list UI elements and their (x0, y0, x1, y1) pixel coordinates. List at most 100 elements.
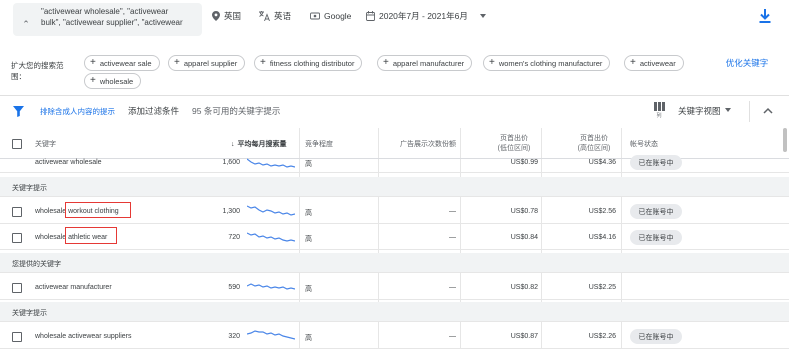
location-filter[interactable]: 英国 (212, 8, 241, 24)
plus-icon: + (90, 57, 96, 68)
keyword-view-dropdown[interactable]: 关键字视图 (678, 105, 721, 117)
table-row[interactable]: wholesale activewear suppliers 320 高 — U… (0, 323, 789, 349)
location-label: 英国 (224, 11, 242, 21)
trend-sparkline (247, 232, 295, 242)
exclude-adult-filter[interactable]: 排除含成人内容的提示 (40, 106, 115, 117)
table-row[interactable]: wholesale athletic wear 720 高 — US$0.84 … (0, 224, 789, 250)
collapse-chevron-icon[interactable] (762, 105, 774, 117)
avg-monthly-searches: 320 (228, 333, 240, 340)
header-competition[interactable]: 竞争程度 (305, 140, 333, 150)
chip-wholesale[interactable]: + wholesale (84, 73, 142, 89)
header-bid-low[interactable]: 页首出价 (低位区间) (492, 134, 536, 154)
language-filter[interactable]: 英语 (259, 8, 291, 24)
header-keyword[interactable]: 关键字 (35, 140, 56, 150)
bid-low-value: US$0.84 (510, 234, 538, 241)
chip-apparel-supplier[interactable]: + apparel supplier (168, 55, 246, 71)
chip-activewear[interactable]: + activewear (624, 55, 684, 71)
group-header-keyword-ideas: 关键字提示 (0, 302, 789, 322)
plus-icon: + (489, 57, 495, 68)
row-checkbox[interactable] (12, 207, 22, 217)
bid-high-value: US$4.16 (588, 234, 616, 241)
avg-monthly-searches: 720 (228, 234, 240, 241)
bid-low-value: US$0.82 (510, 284, 538, 291)
select-all-checkbox[interactable] (12, 139, 22, 149)
chip-label: women's clothing manufacturer (498, 58, 603, 68)
header-account-status[interactable]: 帐号状态 (630, 140, 658, 150)
competition-value: 高 (305, 335, 312, 342)
expand-keywords-icon[interactable]: ⌃ (20, 18, 32, 30)
avg-monthly-searches: 1,300 (222, 208, 240, 215)
row-checkbox[interactable] (12, 283, 22, 293)
group-header-your-keywords: 您提供的关键字 (0, 253, 789, 273)
header-avg-monthly-searches[interactable]: ↓ 平均每月搜索量 (231, 140, 287, 150)
divider (0, 95, 789, 96)
chip-label: apparel manufacturer (392, 58, 465, 68)
group-title: 关键字提示 (12, 185, 47, 192)
keyword-prefix: wholesale (35, 234, 67, 241)
chip-apparel-manufacturer[interactable]: + apparel manufacturer (377, 55, 473, 71)
header-bid-high-line2: (高位区间) (577, 145, 611, 152)
calendar-icon (366, 11, 375, 21)
scrollbar[interactable] (783, 128, 787, 152)
keywords-line-2: bulk", "activewear supplier", "activewea… (41, 18, 183, 27)
keyword-text: activewear wholesale (35, 159, 102, 166)
keyword-text: activewear manufacturer (35, 284, 112, 291)
chip-label: wholesale (99, 76, 134, 86)
chip-label: fitness clothing distributor (269, 58, 355, 68)
translate-icon (259, 11, 270, 21)
columns-button[interactable]: 列 (653, 102, 665, 120)
row-checkbox[interactable] (12, 332, 22, 342)
trend-sparkline (247, 205, 295, 216)
chip-label: activewear (639, 58, 676, 68)
header-impression-share[interactable]: 广告展示次数份额 (380, 140, 456, 150)
group-title: 关键字提示 (12, 310, 47, 317)
date-range-filter[interactable]: 2020年7月 - 2021年6月 (366, 8, 486, 24)
bid-high-value: US$2.26 (588, 333, 616, 340)
date-range-label: 2020年7月 - 2021年6月 (379, 11, 468, 21)
header-bid-high[interactable]: 页首出价 (高位区间) (572, 134, 616, 154)
trend-sparkline (247, 283, 295, 290)
status-badge: 已在账号中 (630, 204, 682, 219)
competition-value: 高 (305, 161, 312, 168)
table-row[interactable]: activewear wholesale 1,600 高 US$0.99 US$… (0, 155, 789, 173)
competition-value: 高 (305, 236, 312, 243)
filter-icon[interactable] (13, 106, 24, 117)
status-badge: 已在账号中 (630, 230, 682, 245)
trend-sparkline (247, 158, 295, 168)
header-bid-low-line1: 页首出价 (500, 135, 528, 142)
bid-high-value: US$2.25 (588, 284, 616, 291)
plus-icon: + (260, 57, 266, 68)
date-dropdown-arrow-icon (479, 14, 486, 18)
row-checkbox[interactable] (12, 233, 22, 243)
location-pin-icon (212, 11, 220, 21)
impression-share-value: — (449, 284, 456, 291)
table-row[interactable]: activewear manufacturer 590 高 — US$0.82 … (0, 274, 789, 300)
header-avg-monthly-label: 平均每月搜索量 (237, 141, 287, 148)
sort-down-arrow-icon: ↓ (231, 141, 235, 148)
refine-keywords-link[interactable]: 优化关键字 (722, 57, 772, 69)
bid-low-value: US$0.78 (510, 208, 538, 215)
columns-label: 列 (656, 113, 662, 119)
chip-fitness-clothing-distributor[interactable]: + fitness clothing distributor (254, 55, 363, 71)
columns-icon (653, 102, 665, 111)
broaden-search-label: 扩大您的搜索范围： (11, 61, 64, 81)
network-filter[interactable]: Google (310, 8, 351, 24)
network-label: Google (324, 11, 352, 21)
impression-share-value: — (449, 234, 456, 241)
bid-high-value: US$2.56 (588, 208, 616, 215)
view-dropdown-arrow-icon (725, 108, 731, 112)
bid-low-value: US$0.99 (510, 159, 538, 166)
language-label: 英语 (274, 11, 292, 21)
add-filter-button[interactable]: 添加过滤条件 (128, 105, 179, 117)
table-row[interactable]: wholesale workout clothing 1,300 高 — US$… (0, 198, 789, 224)
download-icon[interactable] (758, 8, 772, 24)
plus-icon: + (174, 57, 180, 68)
avg-monthly-searches: 1,600 (222, 159, 240, 166)
chip-activewear-sale[interactable]: + activewear sale (84, 55, 160, 71)
keyword-input-box[interactable]: ⌃ "activewear wholesale", "activewear bu… (13, 3, 202, 36)
keyword-table: 关键字 ↓ 平均每月搜索量 竞争程度 广告展示次数份额 页首出价 (低位区间) 页… (0, 128, 789, 349)
broaden-search-row: 扩大您的搜索范围： + activewear sale + apparel supp… (0, 47, 789, 93)
impression-share-value: — (449, 208, 456, 215)
chip-womens-clothing-manufacturer[interactable]: + women's clothing manufacturer (483, 55, 611, 71)
keyword-prefix: wholesale (35, 208, 67, 215)
